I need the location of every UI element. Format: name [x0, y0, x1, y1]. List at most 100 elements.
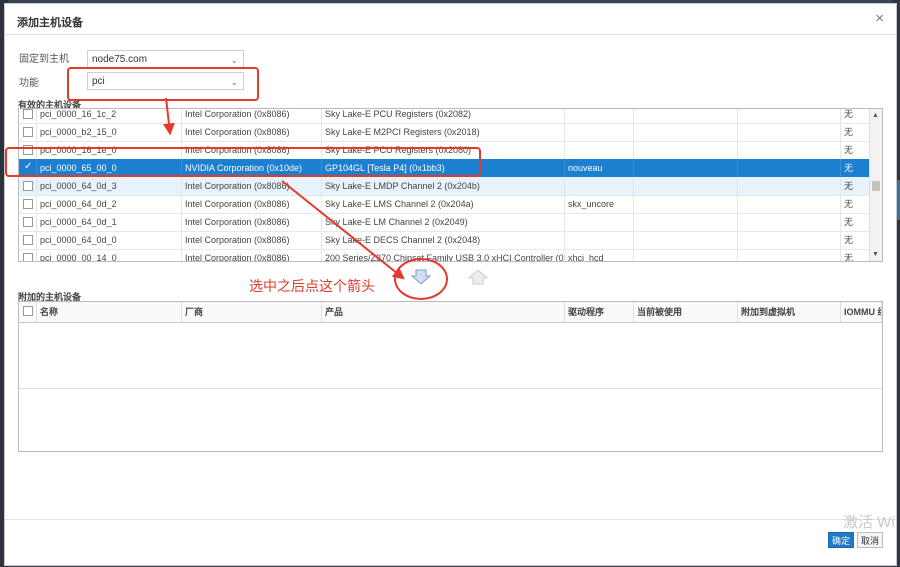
- row-checkbox[interactable]: [23, 235, 33, 245]
- table-row[interactable]: pci_0000_16_1c_2 Intel Corporation (0x808…: [19, 109, 870, 124]
- row-name-cell: pci_0000_64_0d_2: [37, 195, 182, 213]
- row-driver-cell: [565, 177, 634, 195]
- host-select[interactable]: node75.com ⌄: [87, 50, 244, 68]
- dialog-header: 添加主机设备 ×: [5, 4, 896, 35]
- attached-devices-table: 名称厂商产品驱动程序当前被使用附加到虚拟机IOMMU 组: [18, 301, 883, 452]
- row-driver-cell: [565, 123, 634, 141]
- row-vendor-cell: Intel Corporation (0x8086): [182, 123, 322, 141]
- ok-button[interactable]: 确定: [828, 532, 854, 548]
- row-used-cell: [634, 109, 738, 123]
- table-row[interactable]: pci_0000_64_0d_3 Intel Corporation (0x808…: [19, 177, 870, 196]
- row-used-cell: [634, 249, 738, 261]
- row-vm-cell: [738, 213, 841, 231]
- row-name-cell: pci_0000_64_0d_3: [37, 177, 182, 195]
- row-vm-cell: [738, 195, 841, 213]
- row-checkbox-cell: [19, 109, 37, 123]
- annotation-row-highlight: [5, 147, 481, 177]
- row-iommu-cell: 无: [841, 231, 870, 249]
- row-checkbox[interactable]: [23, 253, 33, 261]
- row-vm-cell: [738, 123, 841, 141]
- row-product-cell: Sky Lake-E LM Channel 2 (0x2049): [322, 213, 565, 231]
- attached-column-header[interactable]: 驱动程序: [565, 302, 634, 322]
- row-iommu-cell: 无: [841, 249, 870, 261]
- row-checkbox-cell: [19, 213, 37, 231]
- table-row[interactable]: pci_0000_64_0d_2 Intel Corporation (0x808…: [19, 195, 870, 214]
- row-iommu-cell: 无: [841, 123, 870, 141]
- select-all-checkbox[interactable]: [23, 306, 33, 316]
- row-vm-cell: [738, 249, 841, 261]
- attached-column-header[interactable]: 名称: [37, 302, 182, 322]
- row-used-cell: [634, 195, 738, 213]
- table-row[interactable]: pci_0000_64_0d_1 Intel Corporation (0x808…: [19, 213, 870, 232]
- annotation-instruction-text: 选中之后点这个箭头: [249, 278, 375, 294]
- attached-column-header[interactable]: 产品: [322, 302, 565, 322]
- available-table-scrollbar[interactable]: ▲ ▼: [869, 109, 882, 261]
- scrollbar-thumb[interactable]: [872, 181, 880, 191]
- pin-host-label: 固定到主机: [19, 54, 69, 65]
- row-product-cell: Sky Lake-E LMS Channel 2 (0x204a): [322, 195, 565, 213]
- row-checkbox-cell: [19, 231, 37, 249]
- scroll-up-icon[interactable]: ▲: [872, 112, 879, 119]
- attached-column-header[interactable]: 厂商: [182, 302, 322, 322]
- row-product-cell: Sky Lake-E LMDP Channel 2 (0x204b): [322, 177, 565, 195]
- row-used-cell: [634, 159, 738, 177]
- dialog-title: 添加主机设备: [17, 17, 83, 29]
- remove-from-attached-arrow-icon[interactable]: [467, 268, 489, 286]
- table-row[interactable]: pci_0000_64_0d_0 Intel Corporation (0x808…: [19, 231, 870, 250]
- row-checkbox-cell: [19, 249, 37, 261]
- row-name-cell: pci_0000_64_0d_1: [37, 213, 182, 231]
- host-select-value: node75.com: [92, 54, 148, 65]
- row-vm-cell: [738, 231, 841, 249]
- annotation-capability-highlight: [67, 67, 259, 101]
- attached-table-header: 名称厂商产品驱动程序当前被使用附加到虚拟机IOMMU 组: [19, 302, 882, 323]
- row-iommu-cell: 无: [841, 141, 870, 159]
- row-vm-cell: [738, 159, 841, 177]
- row-driver-cell: nouveau: [565, 159, 634, 177]
- scroll-down-icon[interactable]: ▼: [872, 251, 879, 258]
- activation-watermark: 激活 Wi: [843, 514, 895, 531]
- row-product-cell: Sky Lake-E M2PCI Registers (0x2018): [322, 123, 565, 141]
- row-checkbox[interactable]: [23, 199, 33, 209]
- capability-label: 功能: [19, 78, 39, 89]
- row-checkbox[interactable]: [23, 109, 33, 119]
- table-row[interactable]: pci_0000_00_14_0 Intel Corporation (0x808…: [19, 249, 870, 261]
- row-used-cell: [634, 177, 738, 195]
- row-driver-cell: skx_uncore: [565, 195, 634, 213]
- row-vendor-cell: Intel Corporation (0x8086): [182, 213, 322, 231]
- row-checkbox[interactable]: [23, 217, 33, 227]
- row-vendor-cell: Intel Corporation (0x8086): [182, 177, 322, 195]
- row-checkbox-cell: [19, 195, 37, 213]
- row-name-cell: pci_0000_16_1c_2: [37, 109, 182, 123]
- row-name-cell: pci_0000_b2_15_0: [37, 123, 182, 141]
- annotation-arrow-circle: [394, 258, 448, 300]
- row-name-cell: pci_0000_64_0d_0: [37, 231, 182, 249]
- row-driver-cell: [565, 231, 634, 249]
- cancel-button[interactable]: 取消: [857, 532, 883, 548]
- row-driver-cell: [565, 141, 634, 159]
- row-product-cell: 200 Series/Z370 Chipset Family USB 3.0 x…: [322, 249, 565, 261]
- row-used-cell: [634, 141, 738, 159]
- attached-column-header[interactable]: IOMMU 组: [841, 302, 882, 322]
- row-product-cell: Sky Lake-E DECS Channel 2 (0x2048): [322, 231, 565, 249]
- row-iommu-cell: 无: [841, 109, 870, 123]
- table-row[interactable]: pci_0000_b2_15_0 Intel Corporation (0x808…: [19, 123, 870, 142]
- footer-divider: [5, 519, 896, 520]
- row-iommu-cell: 无: [841, 177, 870, 195]
- row-iommu-cell: 无: [841, 195, 870, 213]
- attached-column-header[interactable]: 当前被使用: [634, 302, 738, 322]
- header-select-all[interactable]: [19, 302, 37, 322]
- row-vm-cell: [738, 109, 841, 123]
- row-vendor-cell: Intel Corporation (0x8086): [182, 109, 322, 123]
- row-vendor-cell: Intel Corporation (0x8086): [182, 249, 322, 261]
- attached-column-header[interactable]: 附加到虚拟机: [738, 302, 841, 322]
- row-driver-cell: [565, 109, 634, 123]
- close-icon[interactable]: ×: [875, 10, 884, 27]
- row-checkbox-cell: [19, 123, 37, 141]
- row-checkbox[interactable]: [23, 127, 33, 137]
- row-iommu-cell: 无: [841, 159, 870, 177]
- row-used-cell: [634, 231, 738, 249]
- row-product-cell: Sky Lake-E PCU Registers (0x2082): [322, 109, 565, 123]
- row-name-cell: pci_0000_00_14_0: [37, 249, 182, 261]
- row-checkbox-cell: [19, 177, 37, 195]
- row-checkbox[interactable]: [23, 181, 33, 191]
